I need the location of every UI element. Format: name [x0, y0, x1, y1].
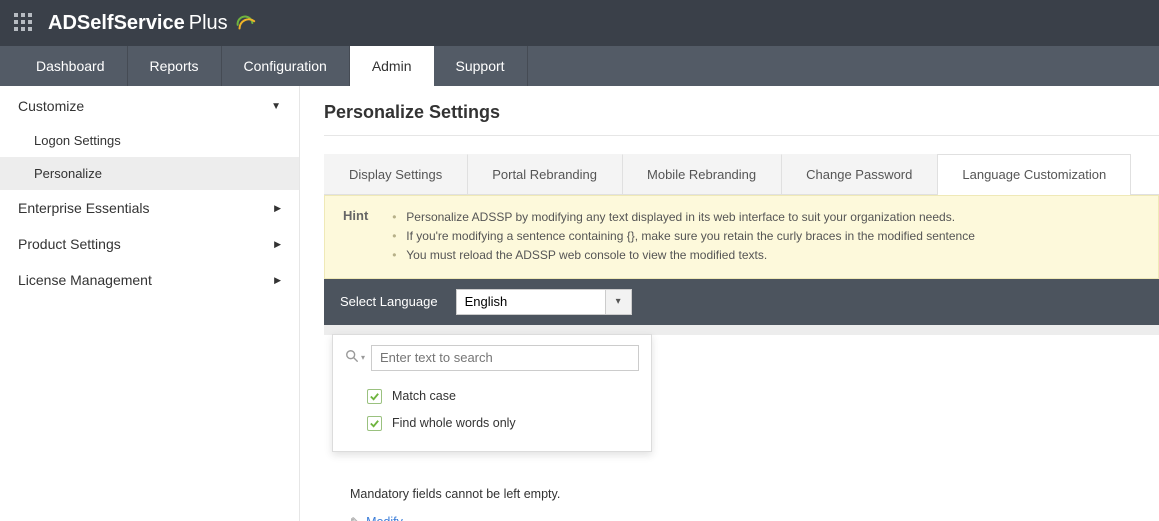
sidebar-item-enterprise-essentials[interactable]: Enterprise Essentials — [0, 190, 299, 226]
dropdown-toggle-icon[interactable]: ▾ — [606, 289, 632, 315]
page-title: Personalize Settings — [324, 102, 1159, 136]
subtab-mobile-rebranding[interactable]: Mobile Rebranding — [622, 154, 781, 194]
hint-item: Personalize ADSSP by modifying any text … — [392, 208, 975, 227]
search-popover: ▾ Match case Find whole words only — [332, 334, 652, 452]
nav-configuration[interactable]: Configuration — [222, 46, 350, 86]
hint-item: You must reload the ADSSP web console to… — [392, 246, 975, 265]
nav-support[interactable]: Support — [434, 46, 528, 86]
chevron-down-icon — [271, 101, 281, 112]
sidebar-sub-personalize[interactable]: Personalize — [0, 157, 299, 190]
search-mode-toggle[interactable]: ▾ — [345, 349, 365, 366]
brand-suffix: Plus — [189, 12, 228, 35]
subtab-language-customization[interactable]: Language Customization — [937, 154, 1131, 194]
sidebar-label: License Management — [18, 272, 152, 288]
mandatory-fields-message: Mandatory fields cannot be left empty. — [350, 487, 1159, 501]
sidebar: Customize Logon Settings Personalize Ent… — [0, 86, 300, 521]
language-label: Select Language — [340, 294, 438, 309]
search-icon — [345, 349, 359, 366]
chevron-right-icon — [274, 203, 281, 214]
sidebar-label: Customize — [18, 98, 84, 114]
match-case-checkbox[interactable] — [367, 389, 382, 404]
chevron-right-icon — [274, 239, 281, 250]
sidebar-item-license-management[interactable]: License Management — [0, 262, 299, 298]
sidebar-sub-logon-settings[interactable]: Logon Settings — [0, 124, 299, 157]
chevron-right-icon — [274, 275, 281, 286]
nav-dashboard[interactable]: Dashboard — [14, 46, 128, 86]
pencil-icon: ✎ — [350, 515, 360, 521]
brand-swirl-icon — [234, 12, 256, 34]
main-panel: Personalize Settings Display Settings Po… — [300, 86, 1159, 521]
modify-row: ✎ Modify — [350, 515, 1159, 521]
whole-words-label: Find whole words only — [392, 416, 516, 430]
nav-admin[interactable]: Admin — [350, 46, 434, 86]
sidebar-item-product-settings[interactable]: Product Settings — [0, 226, 299, 262]
subtab-display-settings[interactable]: Display Settings — [324, 154, 467, 194]
hint-label: Hint — [343, 208, 368, 266]
app-launcher-icon[interactable] — [14, 13, 34, 33]
subtab-portal-rebranding[interactable]: Portal Rebranding — [467, 154, 622, 194]
chevron-down-icon: ▾ — [361, 353, 365, 362]
hint-item: If you're modifying a sentence containin… — [392, 227, 975, 246]
main-nav: Dashboard Reports Configuration Admin Su… — [0, 46, 1159, 86]
sidebar-label: Product Settings — [18, 236, 121, 252]
subtab-change-password[interactable]: Change Password — [781, 154, 937, 194]
brand-name: ADSelfService — [48, 12, 185, 35]
whole-words-checkbox[interactable] — [367, 416, 382, 431]
search-input[interactable] — [371, 345, 639, 371]
brand-logo: ADSelfService Plus — [48, 12, 256, 35]
match-case-label: Match case — [392, 389, 456, 403]
language-bar: Select Language ▾ — [324, 279, 1159, 325]
nav-reports[interactable]: Reports — [128, 46, 222, 86]
sub-tabs: Display Settings Portal Rebranding Mobil… — [324, 154, 1159, 195]
top-bar: ADSelfService Plus — [0, 0, 1159, 46]
sidebar-label: Enterprise Essentials — [18, 200, 150, 216]
sidebar-item-customize[interactable]: Customize — [0, 88, 299, 124]
language-select[interactable]: ▾ — [456, 289, 632, 315]
modify-link[interactable]: Modify — [366, 515, 403, 521]
hint-list: Personalize ADSSP by modifying any text … — [392, 208, 975, 266]
language-value[interactable] — [456, 289, 606, 315]
hint-box: Hint Personalize ADSSP by modifying any … — [324, 195, 1159, 279]
